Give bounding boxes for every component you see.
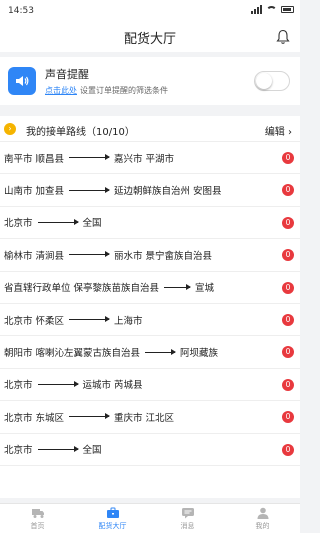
speaker-icon (8, 67, 36, 95)
route-destination: 宣城 (195, 283, 215, 295)
route-arrow-icon (37, 445, 79, 452)
truck-icon (31, 509, 44, 518)
route-origin: 北京市 东城区 (4, 412, 65, 424)
route-origin: 北京市 (4, 218, 33, 230)
route-row[interactable]: 北京市 全国 0 (0, 207, 300, 240)
route-origin: 朝阳市 喀喇沁左翼蒙古族自治县 (4, 348, 141, 360)
route-row[interactable]: 山南市 加查县 延边朝鲜族自治州 安图县 0 (0, 174, 300, 207)
route-origin: 山南市 加查县 (4, 186, 65, 198)
route-origin: 北京市 (4, 380, 33, 392)
tab-home[interactable]: 首页 (0, 504, 75, 533)
route-destination: 上海市 (114, 315, 143, 327)
route-arrow-icon (37, 380, 79, 387)
order-count-badge: 0 (282, 378, 294, 391)
route-arrow-icon (164, 283, 192, 290)
wifi-icon (266, 5, 277, 14)
route-origin: 北京市 (4, 445, 33, 457)
edit-routes-button[interactable]: 编辑 › (265, 123, 292, 138)
route-row[interactable]: 榆林市 清涧县 丽水市 景宁畲族自治县 0 (0, 239, 300, 272)
bottom-tab-bar: 首页 配货大厅 消息 我的 (0, 503, 300, 533)
routes-title: 我的接单路线（10/10） (26, 127, 135, 138)
route-destination: 阿坝藏族 (180, 348, 219, 360)
route-arrow-icon (145, 348, 177, 355)
order-count-badge: 0 (282, 411, 294, 424)
route-arrow-icon (37, 218, 79, 225)
tab-dispatch-hall[interactable]: 配货大厅 (75, 504, 150, 533)
filter-settings-link[interactable]: 点击此处 (45, 86, 77, 95)
route-row[interactable]: 北京市 全国 0 (0, 434, 300, 466)
route-list: 南平市 顺昌县 嘉兴市 平湖市 0 山南市 加查县 延边朝鲜族自治州 安图县 0 北京市… (0, 142, 300, 466)
route-row[interactable]: 朝阳市 喀喇沁左翼蒙古族自治县 阿坝藏族 0 (0, 336, 300, 369)
order-count-badge: 0 (282, 216, 294, 229)
route-destination: 运城市 芮城县 (82, 380, 143, 392)
sound-reminder-title: 声音提醒 (45, 68, 89, 81)
route-arrow-icon (69, 186, 111, 193)
route-row[interactable]: 北京市 东城区 重庆市 江北区 0 (0, 401, 300, 434)
routes-header: › 我的接单路线（10/10） 编辑 › (0, 116, 300, 142)
status-time: 14:53 (8, 6, 34, 16)
route-arrow-icon (69, 316, 111, 323)
tab-messages[interactable]: 消息 (150, 504, 225, 533)
order-count-badge: 0 (282, 281, 294, 294)
route-arrow-icon (69, 413, 111, 420)
order-count-badge: 0 (282, 152, 294, 164)
route-destination: 重庆市 江北区 (114, 412, 175, 424)
bell-icon[interactable] (276, 29, 290, 45)
briefcase-icon (106, 507, 119, 518)
route-row[interactable]: 北京市 怀柔区 上海市 0 (0, 304, 300, 337)
battery-icon (281, 6, 294, 13)
person-icon (257, 507, 268, 519)
toggle-knob (256, 73, 272, 89)
route-origin: 省直辖行政单位 保亭黎族苗族自治县 (4, 283, 160, 295)
route-row[interactable]: 省直辖行政单位 保亭黎族苗族自治县 宣城 0 (0, 272, 300, 304)
route-badge-icon: › (4, 123, 16, 135)
route-row[interactable]: 南平市 顺昌县 嘉兴市 平湖市 0 (0, 142, 300, 175)
route-destination: 延边朝鲜族自治州 安图县 (114, 186, 222, 198)
route-destination: 全国 (82, 218, 102, 230)
tab-dispatch-hall-label: 配货大厅 (98, 522, 127, 530)
route-destination: 嘉兴市 平湖市 (114, 153, 175, 165)
sound-reminder-card: 声音提醒 点击此处 设置订单提醒的筛选条件 (0, 57, 300, 105)
route-row[interactable]: 北京市 运城市 芮城县 0 (0, 369, 300, 402)
sound-reminder-desc: 点击此处 设置订单提醒的筛选条件 (45, 85, 168, 96)
order-count-badge: 0 (282, 313, 294, 326)
my-routes-card: › 我的接单路线（10/10） 编辑 › 南平市 顺昌县 嘉兴市 平湖市 0 山南市… (0, 116, 300, 498)
signal-icon (251, 5, 262, 14)
route-origin: 南平市 顺昌县 (4, 153, 65, 165)
page-title: 配货大厅 (123, 32, 176, 47)
tab-profile-label: 我的 (255, 522, 270, 530)
tab-messages-label: 消息 (180, 522, 195, 530)
app-header: 配货大厅 (0, 22, 300, 52)
route-destination: 丽水市 景宁畲族自治县 (114, 250, 213, 262)
message-icon (181, 508, 194, 519)
sound-reminder-toggle[interactable] (254, 71, 290, 91)
route-arrow-icon (69, 251, 111, 258)
status-bar: 14:53 (0, 0, 300, 22)
status-icons (251, 5, 294, 14)
order-count-badge: 0 (282, 184, 294, 197)
tab-profile[interactable]: 我的 (225, 504, 300, 533)
route-arrow-icon (69, 154, 111, 161)
tab-home-label: 首页 (30, 522, 45, 530)
order-count-badge: 0 (282, 443, 294, 456)
route-destination: 全国 (82, 445, 102, 457)
route-origin: 北京市 怀柔区 (4, 315, 65, 327)
order-count-badge: 0 (282, 346, 294, 359)
order-count-badge: 0 (282, 249, 294, 262)
route-origin: 榆林市 清涧县 (4, 250, 65, 262)
sound-reminder-desc-text: 设置订单提醒的筛选条件 (80, 86, 168, 95)
